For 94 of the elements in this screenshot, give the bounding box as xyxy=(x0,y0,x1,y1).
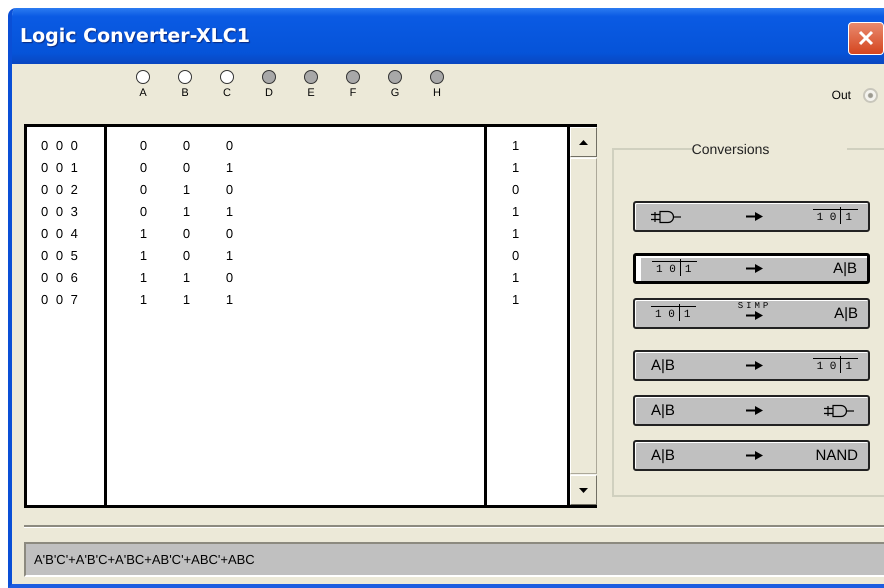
table-cell-text: 1 xyxy=(224,159,234,177)
input-terminal[interactable] xyxy=(430,70,444,84)
arrow-icon xyxy=(746,310,763,320)
row-index: 0 0 4 xyxy=(41,225,81,243)
output-cell-text: 1 xyxy=(512,203,520,221)
symbol-text: 1 0 xyxy=(816,213,838,224)
table-cell-text: 0 xyxy=(182,137,192,155)
input-terminal[interactable] xyxy=(136,70,150,84)
arrow-icon xyxy=(746,451,763,460)
table-cell-text: 0 xyxy=(224,269,234,287)
table-cell-text: 1 xyxy=(138,269,148,287)
symbol-text: 1 0 xyxy=(816,362,838,373)
conversion-button[interactable]: 1 0 1 SIMP A|B xyxy=(633,298,870,329)
button-text: A|B xyxy=(833,260,857,277)
down-arrow-icon xyxy=(579,488,588,492)
row-index: 0 0 5 xyxy=(41,247,81,265)
arrow-icon xyxy=(746,212,763,221)
output-cell-text: 1 xyxy=(512,291,520,309)
table-cell-text: 0 xyxy=(138,137,148,155)
input-terminal[interactable] xyxy=(262,70,276,84)
table-cell-text: 1 xyxy=(182,203,192,221)
arrow-label: SIMP xyxy=(738,302,772,310)
output-cell-text: 1 xyxy=(512,269,520,287)
conversion-button[interactable]: A|B 1 0 1 xyxy=(633,350,870,381)
table-cell-text: 1 xyxy=(138,247,148,265)
input-label: D xyxy=(265,87,273,99)
table-cell-text: 1 xyxy=(182,291,192,309)
input-terminal[interactable] xyxy=(304,70,318,84)
group-title: Conversions xyxy=(690,141,770,157)
symbol-text: 1 xyxy=(840,207,858,224)
scrollbar[interactable] xyxy=(570,127,597,505)
button-text: A|B xyxy=(651,447,675,464)
symbol-text: 1 0 xyxy=(655,265,677,276)
button-text: A|B xyxy=(651,357,675,374)
scroll-up-button[interactable] xyxy=(570,127,597,157)
input-label: B xyxy=(181,87,189,99)
symbol-text: 1 xyxy=(678,304,696,321)
table-cell-text: 1 xyxy=(182,181,192,199)
symbol-text: 1 0 xyxy=(654,310,676,321)
output-cell-text: 1 xyxy=(512,137,520,155)
arrow-icon xyxy=(746,264,763,273)
arrow-icon xyxy=(746,406,763,415)
table-cell-text: 1 xyxy=(224,291,234,309)
button-text: A|B xyxy=(651,402,675,419)
table-cell-text: 0 xyxy=(182,247,192,265)
output-cell-text: 1 xyxy=(512,159,520,177)
input-label: A xyxy=(139,87,147,99)
output-cell-text: 0 xyxy=(512,181,520,199)
table-cell-text: 1 xyxy=(224,203,234,221)
table-cell-text: 0 xyxy=(138,181,148,199)
table-cell-text: 0 xyxy=(224,181,234,199)
table-cell-text: 1 xyxy=(138,291,148,309)
row-index: 0 0 6 xyxy=(41,269,81,287)
conversion-button[interactable]: A|B NAND xyxy=(633,440,870,471)
input-terminal[interactable] xyxy=(346,70,360,84)
close-icon xyxy=(857,29,875,47)
symbol-text: 1 xyxy=(680,259,698,276)
table-cell-text: 1 xyxy=(224,247,234,265)
row-index: 0 0 0 xyxy=(41,137,81,155)
table-cell-text: 0 xyxy=(138,159,148,177)
table-cell-text: 0 xyxy=(224,137,234,155)
table-cell-text: 1 xyxy=(182,269,192,287)
output-cell-text: 0 xyxy=(512,247,520,265)
input-label: E xyxy=(307,87,315,99)
button-text: NAND xyxy=(815,447,858,464)
row-index: 0 0 3 xyxy=(41,203,81,221)
input-label: F xyxy=(350,87,356,99)
close-button[interactable] xyxy=(848,22,884,54)
symbol-text: 1 xyxy=(840,356,858,373)
row-index: 0 0 7 xyxy=(41,291,81,309)
scroll-down-button[interactable] xyxy=(570,475,597,505)
table-cell-text: 0 xyxy=(182,225,192,243)
conversion-button[interactable]: A|B xyxy=(633,395,870,426)
conversion-button[interactable]: 1 0 1 A|B xyxy=(633,253,870,284)
input-label: C xyxy=(223,87,231,99)
row-index: 0 0 2 xyxy=(41,181,81,199)
table-cell-text: 0 xyxy=(224,225,234,243)
input-terminal[interactable] xyxy=(388,70,402,84)
input-terminal[interactable] xyxy=(220,70,234,84)
output-label: Out xyxy=(832,88,851,102)
input-terminal[interactable] xyxy=(178,70,192,84)
output-cell-text: 1 xyxy=(512,225,520,243)
button-text: A|B xyxy=(834,305,858,322)
input-label: G xyxy=(390,87,400,99)
table-cell-text: 0 xyxy=(182,159,192,177)
arrow-icon xyxy=(746,361,763,370)
window-title: Logic Converter-XLC1 xyxy=(20,25,251,47)
row-index: 0 0 1 xyxy=(41,159,81,177)
conversion-button[interactable]: 1 0 1 xyxy=(633,201,870,232)
expression-field[interactable]: A'B'C'+A'B'C+A'BC+AB'C'+ABC'+ABC xyxy=(24,542,884,577)
table-cell-text: 1 xyxy=(138,225,148,243)
table-cell-text: 0 xyxy=(138,203,148,221)
up-arrow-icon xyxy=(579,140,588,144)
input-label: H xyxy=(433,87,441,99)
